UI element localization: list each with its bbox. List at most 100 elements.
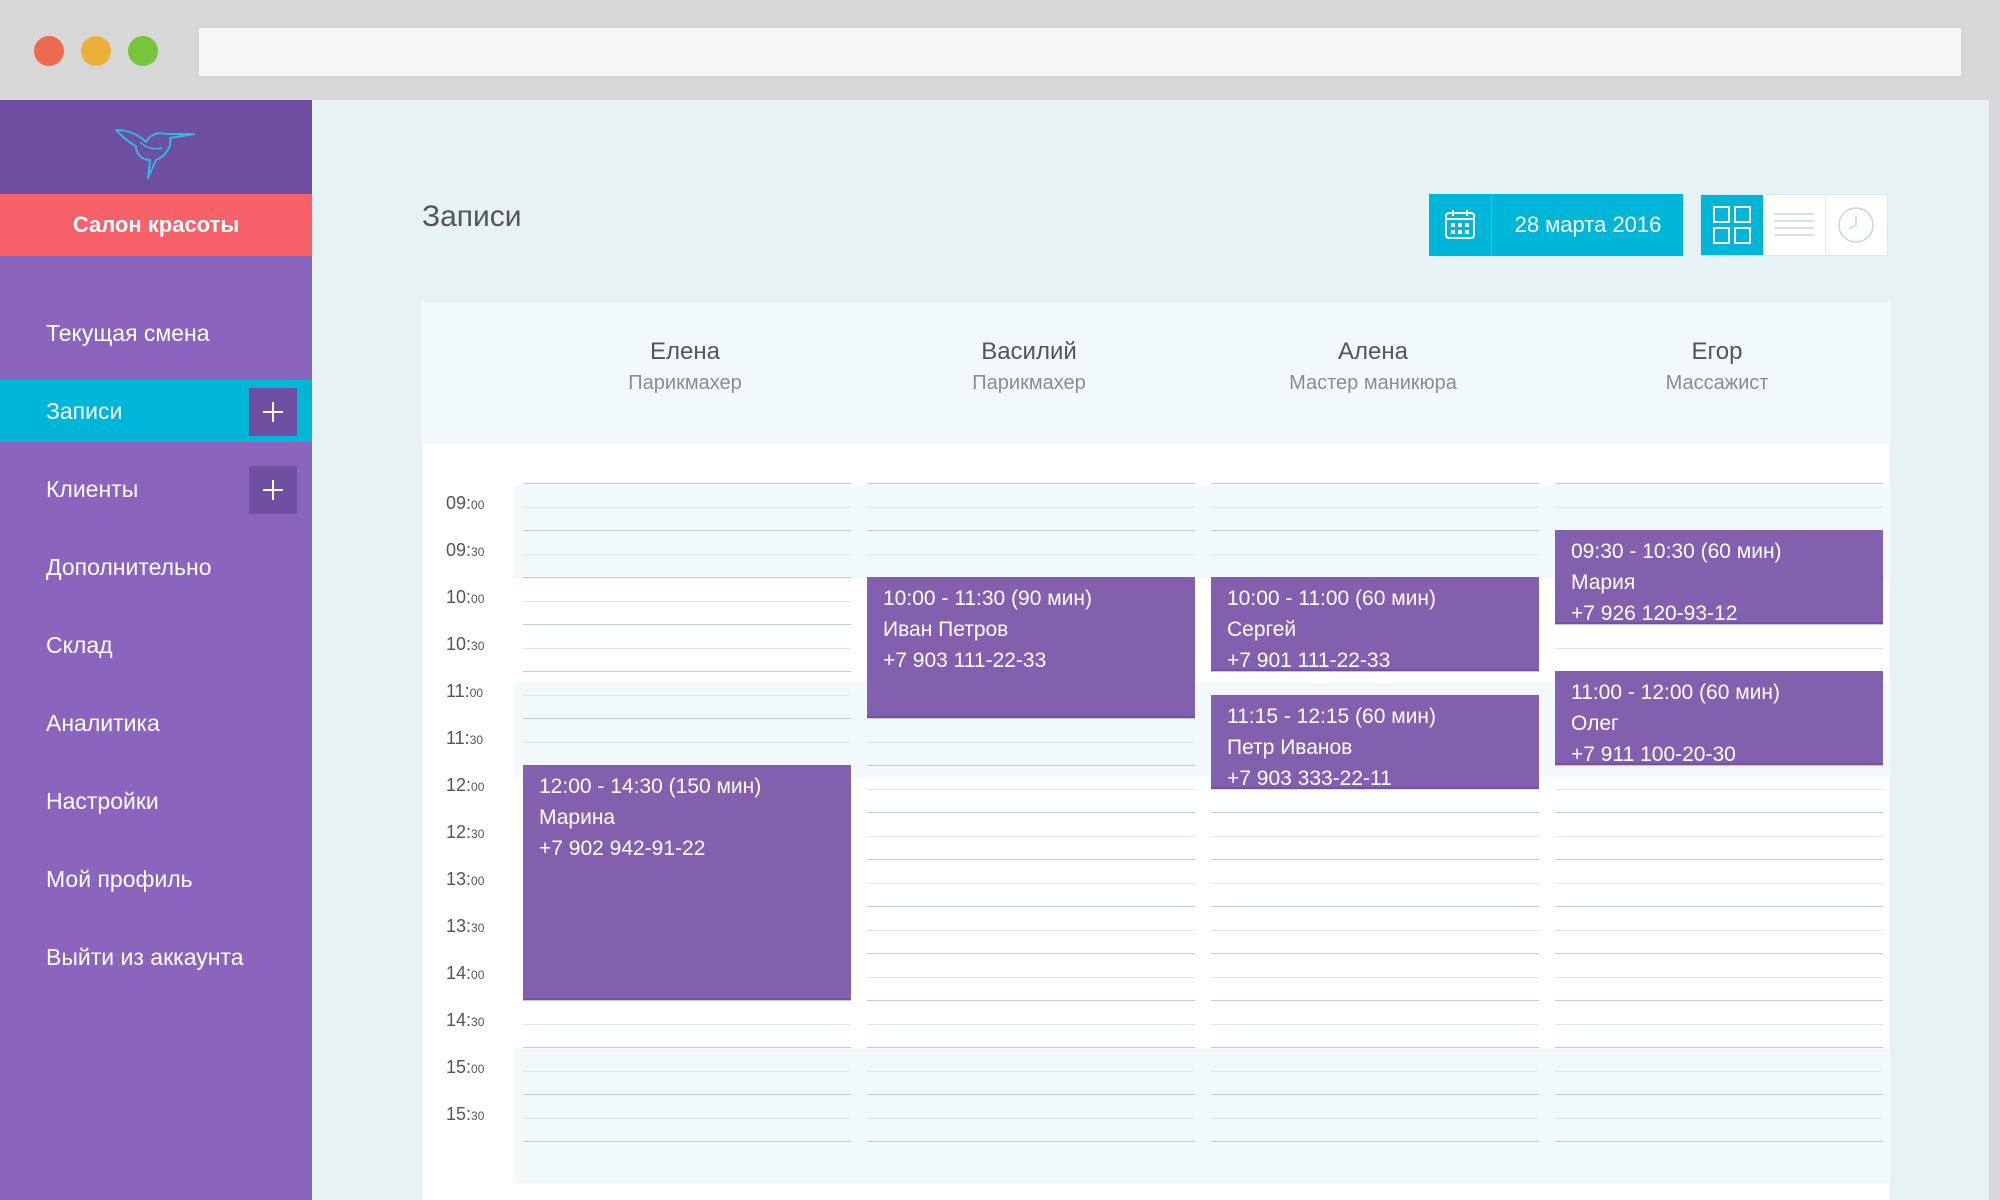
appointment-phone: +7 903 111-22-33 (883, 649, 1047, 672)
appointment-card[interactable]: 09:30 - 10:30 (60 мин) Мария +7 926 120-93… (1555, 530, 1883, 624)
time-axis: 09:00 09:30 10:00 10:30 11:00 11:30 12:00 12:30… (422, 444, 512, 1200)
window-frame (1989, 100, 2000, 1200)
grid-line (1555, 906, 1883, 907)
sidebar-item-label: Записи (46, 398, 123, 424)
grid-line (523, 1094, 851, 1095)
appointment-card[interactable]: 11:15 - 12:15 (60 мин) Петр Иванов +7 903 … (1211, 694, 1539, 789)
browser-chrome (0, 0, 2000, 100)
grid-line (867, 1141, 1195, 1142)
appointment-time: 10:00 - 11:00 (60 мин) (1227, 587, 1436, 610)
grid-line (1211, 530, 1539, 531)
sidebar-item-profile[interactable]: Мой профиль (0, 848, 312, 910)
grid-line (1211, 1070, 1539, 1072)
grid-line (1211, 812, 1539, 813)
address-bar[interactable] (199, 28, 1961, 76)
grid-line (867, 882, 1195, 884)
grid-line (1211, 1023, 1539, 1025)
calendar-button[interactable] (1429, 194, 1492, 256)
grid-line (523, 553, 851, 555)
grid-line (523, 530, 851, 531)
appointment-card[interactable]: 10:00 - 11:30 (90 мин) Иван Петров +7 903 … (867, 577, 1195, 718)
time-label: 10:30 (446, 634, 485, 654)
appointment-client: Сергей (1227, 618, 1297, 641)
staff-column-header[interactable]: Алена Мастер маникюра (1208, 338, 1538, 395)
appointment-phone: +7 902 942-91-22 (539, 837, 706, 860)
sidebar-item-label: Текущая смена (46, 320, 210, 346)
grid-line (1555, 1094, 1883, 1095)
appointment-client: Петр Иванов (1227, 735, 1353, 759)
grid-line (867, 506, 1195, 508)
sidebar-item-appointments[interactable]: Записи (0, 380, 312, 442)
grid-view-button[interactable] (1701, 195, 1763, 255)
appointment-card[interactable]: 10:00 - 11:00 (60 мин) Сергей +7 901 111-2… (1211, 577, 1539, 671)
grid-line (1555, 882, 1883, 884)
time-label: 15:30 (446, 1104, 485, 1124)
appointment-time: 11:00 - 12:00 (60 мин) (1571, 681, 1780, 704)
grid-line (1555, 506, 1883, 508)
current-date[interactable]: 28 марта 2016 (1493, 194, 1683, 256)
sidebar-item-label: Аналитика (46, 710, 160, 736)
appointment-phone: +7 903 333-22-11 (1227, 766, 1392, 789)
grid-line (1211, 929, 1539, 931)
time-label: 13:30 (446, 916, 485, 936)
grid-line (1555, 624, 1883, 625)
grid-line (523, 1047, 851, 1048)
logo[interactable] (0, 100, 312, 194)
grid-line (1555, 1023, 1883, 1025)
sidebar-item-analytics[interactable]: Аналитика (0, 692, 312, 754)
sidebar-item-label: Настройки (46, 788, 159, 814)
sidebar-item-additional[interactable]: Дополнительно (0, 536, 312, 598)
time-band (514, 1049, 1890, 1183)
sidebar-item-settings[interactable]: Настройки (0, 770, 312, 832)
grid-line (523, 506, 851, 508)
grid-line (1555, 812, 1883, 813)
minimize-window-button[interactable] (81, 36, 111, 66)
sidebar-item-warehouse[interactable]: Склад (0, 614, 312, 676)
clock-icon (1838, 207, 1874, 243)
hummingbird-logo-icon (115, 129, 195, 179)
staff-column-header[interactable]: Василий Парикмахер (864, 338, 1194, 395)
grid-line (1555, 859, 1883, 860)
staff-column-header[interactable]: Егор Массажист (1552, 338, 1882, 395)
add-client-button[interactable] (249, 466, 297, 514)
time-label: 09:00 (446, 493, 485, 513)
grid-line (1555, 1117, 1883, 1119)
appointment-time: 11:15 - 12:15 (60 мин) (1227, 704, 1436, 728)
appointment-client: Мария (1571, 571, 1636, 594)
grid-line (1211, 553, 1539, 555)
appointment-card[interactable]: 11:00 - 12:00 (60 мин) Олег +7 911 100-20-… (1555, 671, 1883, 765)
grid-line (1555, 765, 1883, 766)
appointment-card[interactable]: 12:00 - 14:30 (150 мин) Марина +7 902 942-… (523, 765, 851, 1000)
grid-line (867, 530, 1195, 531)
grid-line (523, 741, 851, 743)
appointment-client: Марина (539, 806, 616, 829)
sidebar-item-clients[interactable]: Клиенты (0, 458, 312, 520)
grid-line (867, 835, 1195, 837)
date-picker[interactable]: 28 марта 2016 (1429, 194, 1683, 256)
sidebar-item-logout[interactable]: Выйти из аккаунта (0, 926, 312, 988)
maximize-window-button[interactable] (128, 36, 158, 66)
grid-line (1555, 1141, 1883, 1142)
grid-line (867, 906, 1195, 907)
grid-line (523, 624, 851, 625)
staff-role: Парикмахер (628, 372, 742, 394)
staff-name: Алена (1338, 338, 1408, 365)
grid-line (523, 718, 851, 719)
sidebar-item-current-shift[interactable]: Текущая смена (0, 302, 312, 364)
close-window-button[interactable] (34, 36, 64, 66)
grid-line (1555, 647, 1883, 649)
time-label: 09:30 (446, 540, 485, 560)
grid-line (867, 765, 1195, 766)
grid-line (1211, 788, 1539, 790)
time-label: 14:00 (446, 963, 485, 983)
grid-line (1211, 506, 1539, 508)
grid-line (867, 976, 1195, 978)
time-label: 11:00 (446, 681, 484, 701)
staff-column-header[interactable]: Елена Парикмахер (520, 338, 850, 395)
grid-view-icon (1713, 206, 1751, 244)
timeline-view-button[interactable] (1825, 195, 1887, 255)
grid-line (1211, 1117, 1539, 1119)
time-label: 11:30 (446, 728, 484, 748)
list-view-button[interactable] (1763, 195, 1826, 255)
add-appointment-button[interactable] (249, 388, 297, 436)
